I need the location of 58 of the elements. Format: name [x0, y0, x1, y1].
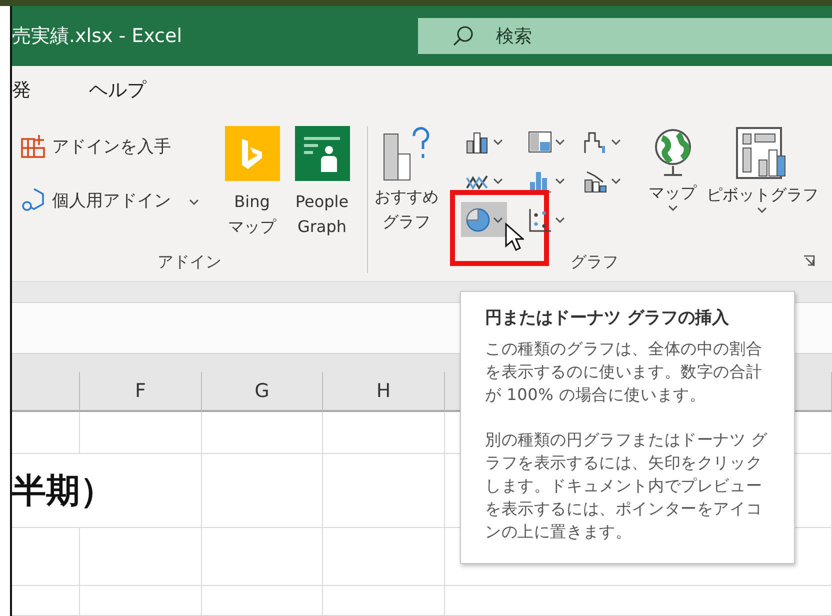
treemap-chart-icon — [527, 128, 554, 154]
table-cell[interactable] — [12, 586, 80, 616]
tooltip-text: この種類のグラフは、全体の中の割合を表示するのに使います。数字の合計が 100% の場合に使います。 — [485, 338, 764, 406]
my-addins-button[interactable]: 個人用アドイン — [12, 184, 217, 216]
table-cell[interactable] — [12, 412, 80, 454]
table-cell[interactable] — [202, 586, 323, 616]
table-cell[interactable] — [202, 454, 323, 528]
search-field[interactable]: 検索 — [418, 18, 832, 54]
caret-icon — [611, 178, 622, 184]
get-addins-button[interactable]: アドインを入手 — [12, 130, 217, 162]
table-cell[interactable] — [12, 528, 80, 586]
caret-icon — [668, 205, 678, 211]
pie-chart-icon — [465, 206, 492, 232]
caret-icon — [555, 178, 566, 184]
table-cell[interactable] — [323, 528, 445, 586]
window-title: 売実績.xlsx - Excel — [12, 24, 183, 49]
table-cell[interactable] — [80, 586, 202, 616]
hexagon-icon — [20, 187, 46, 213]
caret-icon — [493, 138, 504, 144]
table-cell[interactable]: 半期） — [12, 454, 202, 528]
bing-logo-icon — [239, 136, 265, 170]
search-icon — [452, 25, 474, 47]
table-cell[interactable] — [80, 412, 202, 454]
group-label: アドイン — [158, 252, 222, 272]
caret-icon — [611, 138, 622, 144]
pivot-chart-button[interactable]: ピボットグラフ — [704, 116, 821, 243]
mouse-pointer-icon — [504, 222, 524, 252]
column-header[interactable]: G — [202, 372, 323, 412]
scatter-chart-icon — [527, 206, 554, 232]
sheet-title-text: 半期） — [12, 470, 114, 512]
caret-icon — [493, 216, 504, 222]
column-header[interactable]: F — [80, 372, 202, 412]
tooltip-title: 円またはドーナツ グラフの挿入 — [485, 307, 730, 329]
table-cell[interactable] — [323, 586, 445, 616]
table-cell[interactable] — [80, 528, 202, 586]
ribbon-tab[interactable]: 発 — [12, 72, 31, 110]
recommended-chart-button[interactable]: おすすめ グラフ — [368, 116, 446, 243]
caret-icon — [757, 207, 768, 213]
people-graph-button[interactable]: People Graph — [287, 116, 357, 243]
table-cell[interactable] — [323, 454, 445, 528]
table-cell[interactable] — [202, 528, 323, 586]
bing-map-button[interactable]: Bing マップ — [217, 116, 287, 243]
table-cell[interactable] — [323, 412, 445, 454]
caret-icon — [189, 199, 199, 205]
column-header[interactable] — [12, 372, 80, 412]
group-label: グラフ — [570, 252, 618, 272]
add-grid-icon — [20, 133, 46, 159]
column-header[interactable]: H — [323, 372, 445, 412]
map-chart-button[interactable]: マップ — [641, 116, 704, 243]
chart-question-icon — [382, 126, 432, 182]
dialog-launcher-icon[interactable] — [803, 255, 815, 267]
tooltip-text: 別の種類の円グラフまたはドーナツ グラフを表示するには、矢印をクリックします。ドキュメント内でプレビューを表示するには、ポインターをアイコンの上に置きます。 — [485, 429, 768, 543]
ribbon-tab[interactable]: ヘルプ — [89, 72, 146, 110]
caret-icon — [555, 216, 566, 222]
table-cell[interactable] — [445, 586, 832, 616]
caret-icon — [555, 138, 566, 144]
caret-icon — [493, 178, 504, 184]
table-cell[interactable] — [202, 412, 323, 454]
